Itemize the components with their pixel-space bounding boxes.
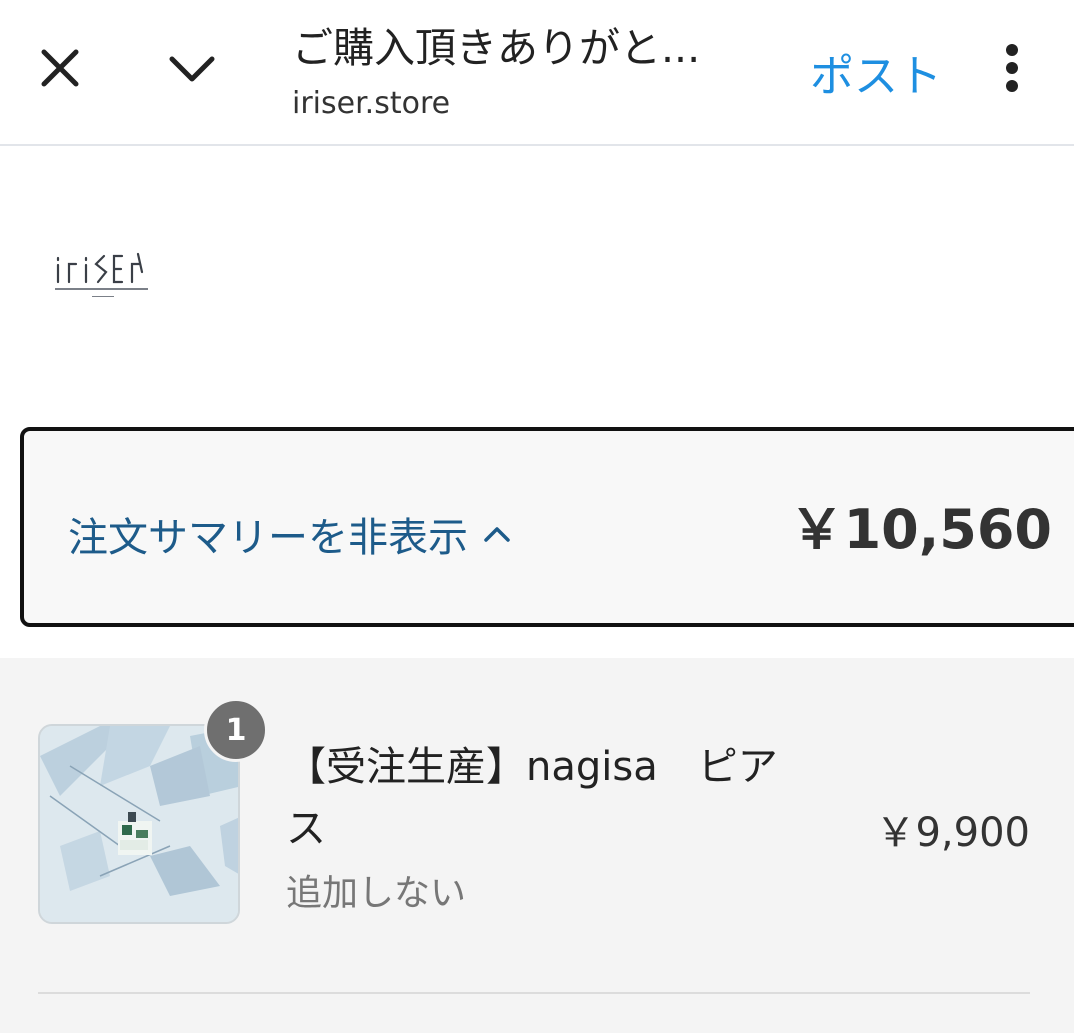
product-thumbnail: [38, 724, 240, 924]
close-icon: [41, 49, 79, 87]
more-vert-icon[interactable]: [990, 38, 1034, 98]
quantity-badge: 1: [204, 698, 268, 762]
order-items: 1 【受注生産】nagisa ピアス 追加しない ￥9,900: [0, 658, 1074, 1033]
chevron-up-icon: [484, 527, 510, 542]
order-summary-bar[interactable]: 注文サマリーを非表示 ￥10,560: [20, 427, 1074, 627]
collapse-button[interactable]: [160, 38, 224, 98]
order-total: ￥10,560: [789, 498, 1052, 561]
page-domain: iriser.store: [292, 86, 451, 121]
product-variant: 追加しない: [286, 873, 467, 914]
post-button[interactable]: ポスト: [810, 40, 942, 104]
summary-toggle-label: 注文サマリーを非表示: [68, 515, 468, 561]
close-button[interactable]: [30, 38, 90, 98]
toggle-order-summary[interactable]: 注文サマリーを非表示: [68, 505, 512, 563]
product-price: ￥9,900: [875, 810, 1030, 856]
store-logo: [55, 252, 148, 297]
product-name: 【受注生産】nagisa ピアス: [286, 744, 778, 852]
browser-header: ご購入頂きありがと... iriser.store ポスト: [0, 0, 1074, 146]
divider: [38, 992, 1030, 994]
chevron-down-icon: [169, 56, 215, 82]
page-title: ご購入頂きありがと...: [292, 24, 701, 72]
